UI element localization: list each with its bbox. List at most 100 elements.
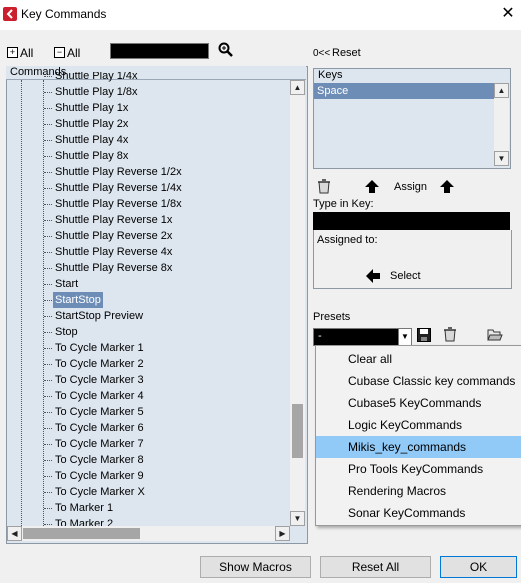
reset-icon[interactable]: 0<< [313, 48, 330, 59]
tree-item[interactable]: To Marker 2 [53, 516, 115, 526]
tree-item[interactable]: To Cycle Marker 7 [53, 436, 146, 452]
search-icon[interactable] [218, 42, 234, 58]
expand-all-icon[interactable]: + [7, 47, 18, 58]
commands-list[interactable]: Shuttle Play 1/4x Shuttle Play 1/8x Shuttl… [53, 72, 289, 526]
tree-connector [44, 124, 52, 125]
select-button[interactable]: Select [390, 270, 421, 282]
type-in-key-label: Type in Key: [313, 198, 374, 210]
arrow-left-icon[interactable] [366, 269, 380, 283]
presets-select[interactable]: - ▼ [313, 328, 412, 346]
tree-connector [44, 396, 52, 397]
show-macros-button[interactable]: Show Macros [200, 556, 311, 578]
tree-item[interactable]: Shuttle Play 4x [53, 132, 130, 148]
presets-selected-value: - [318, 330, 322, 342]
tree-item[interactable]: Shuttle Play Reverse 1x [53, 212, 174, 228]
tree-connector [44, 508, 52, 509]
tree-item[interactable]: To Marker 1 [53, 500, 115, 516]
delete-icon[interactable] [317, 179, 331, 194]
assign-button[interactable]: Assign [394, 181, 427, 193]
tree-item[interactable]: Shuttle Play 1/8x [53, 84, 140, 100]
tree-item[interactable]: Shuttle Play 1x [53, 100, 130, 116]
tree-item[interactable]: To Cycle Marker 9 [53, 468, 146, 484]
tree-item[interactable]: To Cycle Marker 5 [53, 404, 146, 420]
type-in-key-input[interactable] [313, 212, 510, 230]
tree-item[interactable]: Shuttle Play 8x [53, 148, 130, 164]
arrow-up-icon[interactable] [365, 180, 379, 193]
tree-connector [44, 268, 52, 269]
preset-option[interactable]: Rendering Macros [316, 480, 521, 502]
tree-item[interactable]: Shuttle Play Reverse 8x [53, 260, 174, 276]
scroll-down-icon[interactable]: ▼ [290, 511, 305, 526]
tree-item[interactable]: Stop [53, 324, 80, 340]
cubase-app-icon [3, 7, 17, 21]
open-folder-icon[interactable] [487, 328, 503, 342]
tree-connector [44, 412, 52, 413]
key-item-space[interactable]: Space [314, 83, 494, 99]
tree-connector [44, 76, 52, 77]
tree-item[interactable]: Shuttle Play Reverse 1/2x [53, 164, 184, 180]
tree-item[interactable]: To Cycle Marker X [53, 484, 147, 500]
tree-vertical-scroll-thumb[interactable] [292, 404, 303, 458]
preset-option[interactable]: Clear all [316, 348, 521, 370]
preset-option[interactable]: Mikis_key_commands [316, 436, 521, 458]
preset-option[interactable]: Pro Tools KeyCommands [316, 458, 521, 480]
arrow-up-icon[interactable] [440, 180, 454, 193]
window-title: Key Commands [21, 7, 107, 21]
preset-option[interactable]: Sonar KeyCommands [316, 502, 521, 524]
collapse-all-label[interactable]: All [67, 46, 80, 60]
tree-connector [44, 364, 52, 365]
tree-item[interactable]: StartStop Preview [53, 308, 145, 324]
close-icon[interactable]: ✕ [496, 2, 520, 26]
search-input[interactable] [110, 43, 209, 59]
tree-connector [44, 188, 52, 189]
scroll-left-icon[interactable]: ◀ [7, 526, 22, 541]
preset-option[interactable]: Logic KeyCommands [316, 414, 521, 436]
ok-button[interactable]: OK [440, 556, 517, 578]
tree-connector [44, 108, 52, 109]
tree-connector [44, 92, 52, 93]
tree-horizontal-scroll-thumb[interactable] [23, 528, 140, 539]
tree-item[interactable]: To Cycle Marker 8 [53, 452, 146, 468]
tree-connector [44, 444, 52, 445]
collapse-all-icon[interactable]: − [54, 47, 65, 58]
keys-header: Keys [318, 69, 343, 81]
tree-vertical-scrollbar[interactable] [290, 80, 305, 526]
tree-item[interactable]: Shuttle Play 2x [53, 116, 130, 132]
save-icon[interactable] [417, 328, 431, 342]
preset-option[interactable]: Cubase Classic key commands [316, 370, 521, 392]
tree-connector [44, 492, 52, 493]
scroll-up-icon[interactable]: ▲ [290, 80, 305, 95]
tree-item[interactable]: Shuttle Play Reverse 2x [53, 228, 174, 244]
delete-preset-icon[interactable] [443, 327, 457, 342]
tree-item[interactable]: Start [53, 276, 80, 292]
tree-item[interactable]: StartStop [53, 292, 103, 308]
preset-option[interactable]: Cubase5 KeyCommands [316, 392, 521, 414]
tree-item[interactable]: To Cycle Marker 1 [53, 340, 146, 356]
assigned-to-label: Assigned to: [317, 234, 378, 246]
scroll-right-icon[interactable]: ▶ [275, 526, 290, 541]
reset-all-button[interactable]: Reset All [320, 556, 431, 578]
reset-label[interactable]: Reset [332, 47, 361, 59]
tree-item[interactable]: To Cycle Marker 2 [53, 356, 146, 372]
expand-all-label[interactable]: All [20, 46, 33, 60]
tree-item[interactable]: To Cycle Marker 4 [53, 388, 146, 404]
tree-item[interactable]: Shuttle Play 1/4x [53, 72, 140, 84]
tree-connector [44, 460, 52, 461]
tree-connector [44, 476, 52, 477]
tree-connector [44, 316, 52, 317]
keys-scroll-up-icon[interactable]: ▲ [494, 83, 509, 98]
tree-connector [44, 156, 52, 157]
chevron-down-icon[interactable]: ▼ [398, 329, 411, 345]
tree-item[interactable]: Shuttle Play Reverse 1/4x [53, 180, 184, 196]
tree-guide-line [21, 80, 22, 530]
tree-connector [44, 524, 52, 525]
keys-scroll-down-icon[interactable]: ▼ [494, 151, 509, 166]
tree-item[interactable]: To Cycle Marker 6 [53, 420, 146, 436]
tree-connector [44, 300, 52, 301]
tree-connector [44, 236, 52, 237]
tree-connector [44, 348, 52, 349]
tree-item[interactable]: To Cycle Marker 3 [53, 372, 146, 388]
presets-dropdown-menu: Clear all Cubase Classic key commands Cuba… [315, 345, 521, 526]
tree-item[interactable]: Shuttle Play Reverse 1/8x [53, 196, 184, 212]
tree-item[interactable]: Shuttle Play Reverse 4x [53, 244, 174, 260]
